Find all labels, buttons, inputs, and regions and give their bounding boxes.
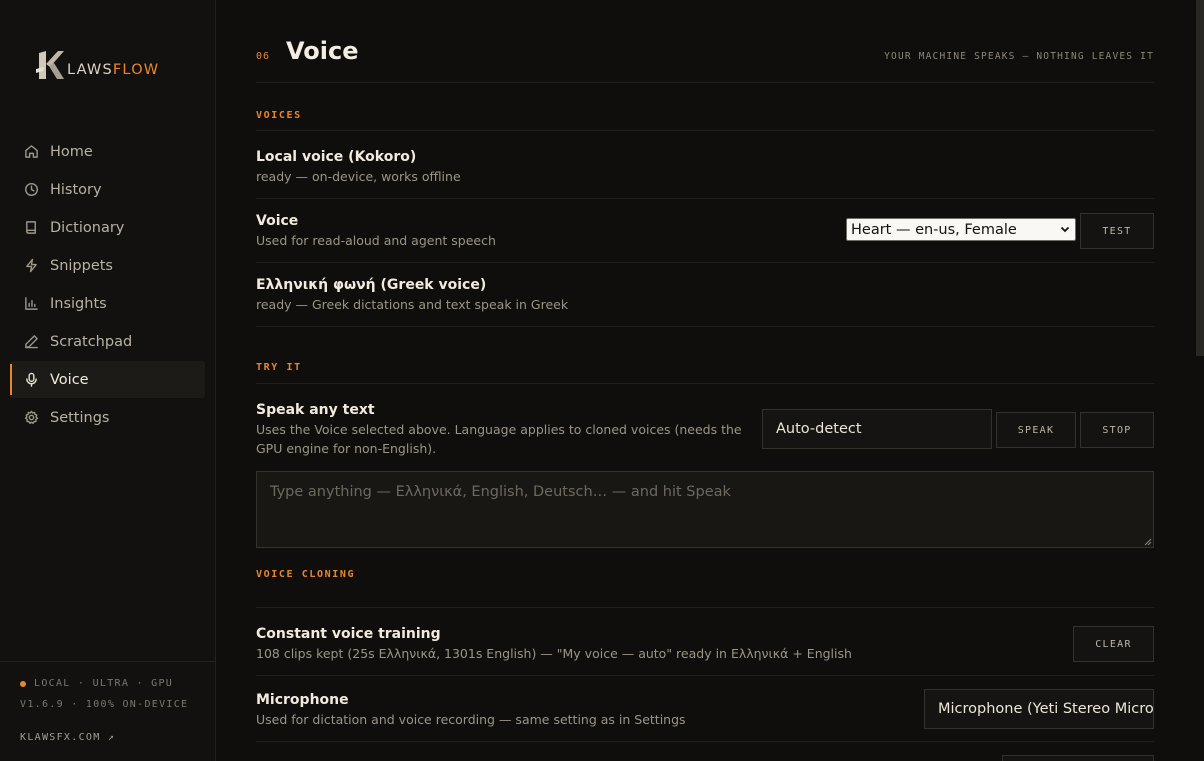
voice-select[interactable]: Heart — en-us, Female	[846, 218, 1076, 241]
voice-training-row: Constant voice training 108 clips kept (…	[256, 608, 1154, 676]
engine-status: LOCAL · ULTRA · GPU	[20, 678, 215, 689]
brand-logo[interactable]: LAWSFLOW	[36, 48, 159, 82]
app-window: LAWSFLOW Home History Dictionary Snippet…	[0, 0, 1204, 761]
sidebar-item-label: Scratchpad	[50, 333, 133, 350]
main-content: 06 Voice YOUR MACHINE SPEAKS — NOTHING L…	[216, 0, 1204, 761]
row-description: Used for read-aloud and agent speech	[256, 233, 496, 248]
sidebar-item-snippets[interactable]: Snippets	[10, 247, 205, 284]
gear-icon	[23, 410, 39, 426]
resize-handle-icon[interactable]	[1143, 537, 1152, 546]
sidebar-item-label: History	[50, 181, 102, 198]
language-select[interactable]: Auto-detect	[762, 409, 992, 449]
chevron-down-icon	[1060, 226, 1070, 233]
voice-select-value: Heart — en-us, Female	[851, 221, 1017, 238]
sidebar-item-label: Snippets	[50, 257, 113, 274]
sidebar-item-voice[interactable]: Voice	[10, 361, 205, 398]
bar-chart-icon	[23, 296, 39, 312]
row-title: Ελληνική φωνή (Greek voice)	[256, 277, 487, 293]
sidebar-nav: Home History Dictionary Snippets Insight…	[10, 133, 205, 437]
greek-voice-row: Ελληνική φωνή (Greek voice) ready — Gree…	[256, 263, 1154, 327]
version-text: V1.6.9 · 100% ON-DEVICE	[20, 699, 189, 710]
sidebar-footer: LOCAL · ULTRA · GPU V1.6.9 · 100% ON-DEV…	[0, 661, 215, 761]
sidebar-item-insights[interactable]: Insights	[10, 285, 205, 322]
row-title: Speak any text	[256, 402, 375, 418]
speak-text-placeholder: Type anything — Ελληνικά, English, Deuts…	[270, 484, 731, 500]
mic-icon	[23, 372, 39, 388]
speak-text-input[interactable]: Type anything — Ελληνικά, English, Deuts…	[256, 471, 1154, 548]
home-icon	[23, 144, 39, 160]
row-description: ready — on-device, works offline	[256, 169, 461, 184]
sidebar-item-label: Voice	[50, 371, 89, 388]
row-description: 108 clips kept (25s Ελληνικά, 1301s Engl…	[256, 646, 852, 661]
speak-text-row: Speak any text Uses the Voice selected a…	[256, 384, 1154, 548]
sidebar-item-settings[interactable]: Settings	[10, 399, 205, 436]
clock-icon	[23, 182, 39, 198]
pen-icon	[23, 334, 39, 350]
next-row-partial	[256, 742, 1154, 761]
bolt-icon	[23, 258, 39, 274]
sidebar-item-home[interactable]: Home	[10, 133, 205, 170]
klaws-logo-icon	[36, 51, 64, 79]
local-voice-row: Local voice (Kokoro) ready — on-device, …	[256, 131, 1154, 199]
test-voice-button[interactable]: TEST	[1080, 213, 1154, 249]
engine-status-text: LOCAL · ULTRA · GPU	[34, 678, 174, 689]
section-label: VOICES	[256, 110, 302, 121]
voice-cloning-section-header: VOICE CLONING	[256, 547, 1154, 608]
sidebar-item-label: Dictionary	[50, 219, 125, 236]
scrollbar-thumb[interactable]	[1196, 0, 1204, 356]
row-title: Local voice (Kokoro)	[256, 149, 417, 165]
row-title: Constant voice training	[256, 626, 441, 642]
row-title: Voice	[256, 213, 299, 229]
sidebar-item-label: Settings	[50, 409, 110, 426]
sidebar-item-dictionary[interactable]: Dictionary	[10, 209, 205, 246]
sidebar-item-label: Insights	[50, 295, 107, 312]
speak-button[interactable]: SPEAK	[996, 412, 1076, 448]
sidebar: LAWSFLOW Home History Dictionary Snippet…	[0, 0, 216, 761]
sidebar-item-scratchpad[interactable]: Scratchpad	[10, 323, 205, 360]
section-label: TRY IT	[256, 362, 302, 373]
section-number: 06	[256, 51, 271, 62]
page-title: Voice	[286, 37, 359, 65]
microphone-select[interactable]: Microphone (Yeti Stereo Microphone)	[924, 689, 1154, 729]
voices-section-header: VOICES	[256, 83, 1154, 131]
section-label: VOICE CLONING	[256, 569, 356, 580]
voice-row: Voice Used for read-aloud and agent spee…	[256, 199, 1154, 263]
row-description: Used for dictation and voice recording —…	[256, 712, 686, 727]
microphone-row: Microphone Used for dictation and voice …	[256, 676, 1154, 742]
sidebar-item-label: Home	[50, 143, 93, 160]
clear-training-button[interactable]: CLEAR	[1073, 626, 1154, 662]
page-header: 06 Voice YOUR MACHINE SPEAKS — NOTHING L…	[256, 0, 1154, 83]
stop-button[interactable]: STOP	[1080, 412, 1154, 448]
partial-control[interactable]	[1002, 755, 1154, 761]
brand-wordmark: LAWSFLOW	[67, 62, 160, 78]
row-description-line2: GPU engine for non-English).	[256, 441, 437, 456]
status-dot	[20, 680, 26, 687]
website-link[interactable]: KLAWSFX.COM ↗	[20, 732, 215, 743]
sidebar-item-history[interactable]: History	[10, 171, 205, 208]
book-icon	[23, 220, 39, 236]
row-description: ready — Greek dictations and text speak …	[256, 297, 569, 312]
page-tagline: YOUR MACHINE SPEAKS — NOTHING LEAVES IT	[884, 51, 1154, 62]
try-it-section-header: TRY IT	[256, 327, 1154, 384]
row-description-line1: Uses the Voice selected above. Language …	[256, 422, 742, 437]
row-title: Microphone	[256, 692, 349, 708]
